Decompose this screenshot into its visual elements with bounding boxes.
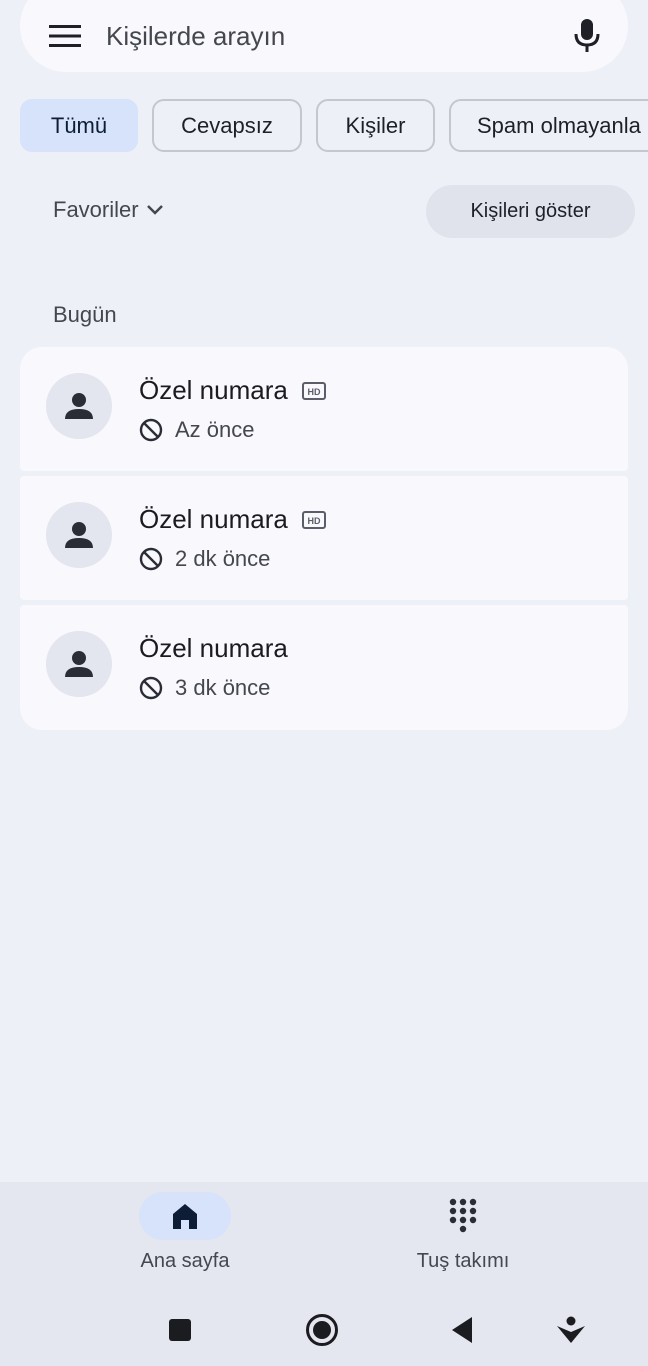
square-icon [169, 1319, 191, 1341]
phone-app-screen: Kişilerde arayın Tümü Cevapsız Kişiler S… [0, 0, 648, 1366]
call-log-list: Özel numara HD Az önce Özel numara HD 2 … [20, 347, 628, 735]
call-log-item[interactable]: Özel numara HD 2 dk önce [20, 476, 628, 600]
call-log-item[interactable]: Özel numara 3 dk önce [20, 605, 628, 730]
chip-missed[interactable]: Cevapsız [152, 99, 302, 152]
mic-icon[interactable] [572, 19, 602, 53]
caller-name: Özel numara [139, 504, 288, 534]
show-contacts-button[interactable]: Kişileri göster [426, 185, 635, 238]
blocked-icon [139, 676, 163, 700]
back-triangle-icon [452, 1317, 472, 1343]
system-nav-bar [0, 1292, 648, 1366]
menu-icon[interactable] [48, 19, 82, 53]
caller-name: Özel numara [139, 633, 288, 663]
home-system-button[interactable] [302, 1310, 342, 1350]
dialpad-icon [449, 1198, 477, 1233]
blocked-icon [139, 418, 163, 442]
home-icon [173, 1204, 197, 1229]
bottom-navigation: Ana sayfa Tuş takımı [0, 1182, 648, 1292]
nav-home-label: Ana sayfa [140, 1250, 230, 1272]
chip-all[interactable]: Tümü [20, 99, 138, 152]
nav-keypad[interactable]: Tuş takımı [383, 1192, 543, 1273]
filter-chips: Tümü Cevapsız Kişiler Spam olmayanla [20, 99, 648, 152]
search-bar[interactable]: Kişilerde arayın [20, 0, 628, 72]
blocked-icon [139, 547, 163, 571]
back-button[interactable] [442, 1310, 482, 1350]
call-time: 2 dk önce [175, 546, 271, 571]
favorites-label: Favoriler [53, 197, 139, 222]
nav-keypad-label: Tuş takımı [416, 1250, 510, 1272]
person-icon [65, 522, 93, 548]
nav-home-pill[interactable] [139, 1192, 231, 1240]
chip-contacts[interactable]: Kişiler [316, 99, 435, 152]
avatar[interactable] [46, 502, 112, 568]
caller-name: Özel numara [139, 375, 288, 405]
assistant-button[interactable] [551, 1310, 591, 1350]
search-input[interactable]: Kişilerde arayın [106, 21, 572, 52]
accessibility-icon [557, 1316, 585, 1343]
nav-home[interactable]: Ana sayfa [105, 1192, 265, 1273]
hd-icon: HD [301, 510, 326, 529]
circle-icon [306, 1314, 338, 1346]
avatar[interactable] [46, 631, 112, 697]
chip-not-spam[interactable]: Spam olmayanla [449, 99, 648, 152]
call-time: Az önce [175, 417, 255, 442]
avatar[interactable] [46, 373, 112, 439]
call-time: 3 dk önce [175, 675, 271, 700]
favorites-dropdown[interactable]: Favoriler [53, 197, 163, 223]
hd-icon: HD [301, 381, 326, 400]
person-icon [65, 393, 93, 419]
svg-text:HD: HD [307, 516, 320, 526]
person-icon [65, 651, 93, 677]
section-today: Bugün [53, 302, 117, 327]
call-log-item[interactable]: Özel numara HD Az önce [20, 347, 628, 471]
svg-text:HD: HD [307, 387, 320, 397]
chevron-down-icon [146, 205, 163, 215]
nav-keypad-pill[interactable] [417, 1192, 509, 1240]
recents-button[interactable] [160, 1310, 200, 1350]
